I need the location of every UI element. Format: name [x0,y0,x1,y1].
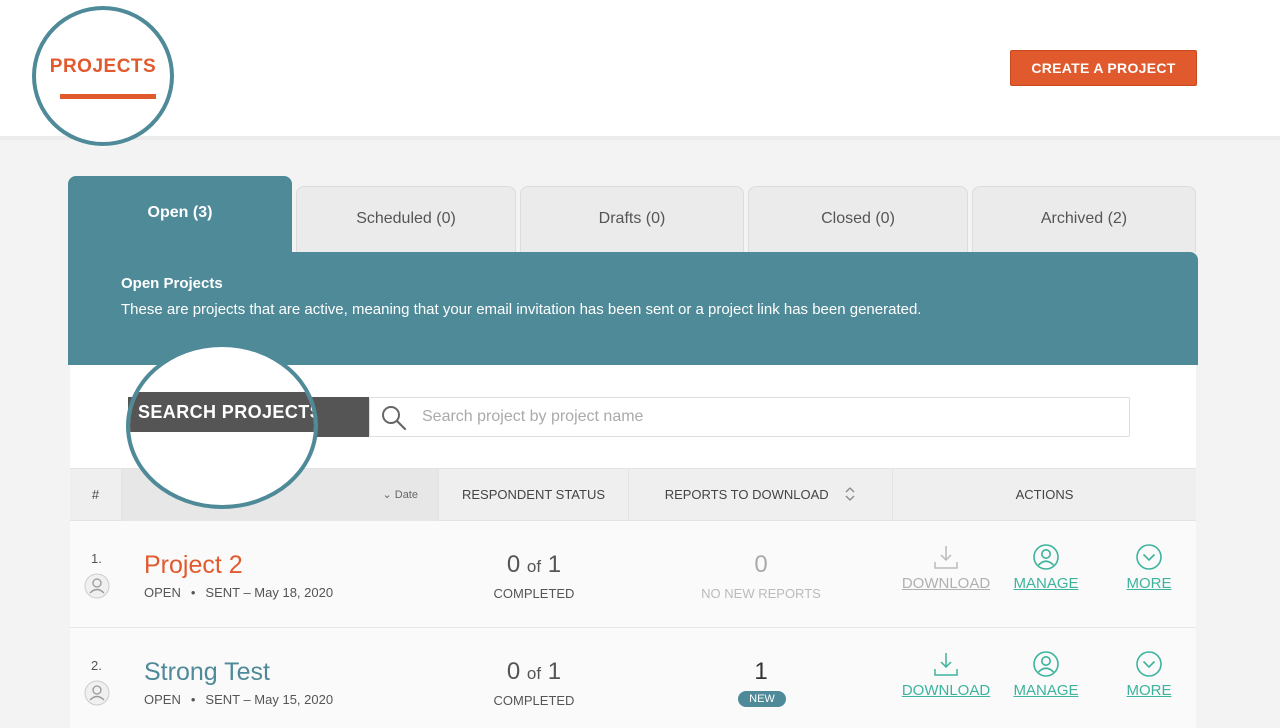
project-name-link[interactable]: Strong Test [144,658,270,687]
row-index: 2. [91,658,102,673]
column-header-number: # [70,469,122,521]
meta-separator: • [190,692,196,707]
respondents-total: 1 [547,658,562,685]
download-button[interactable]: DOWNLOAD [896,543,996,592]
respondents-done: 0 [506,551,521,578]
search-input[interactable] [422,402,1112,432]
search-label-highlight: SEARCH PROJECTS Proj [126,343,318,509]
info-description: These are projects that are active, mean… [121,301,922,318]
manage-label: MANAGE [1013,682,1079,699]
column-header-respondent-status: RESPONDENT STATUS [439,469,629,521]
tab-open[interactable]: Open (3) [68,176,292,252]
download-button[interactable]: DOWNLOAD [896,650,996,699]
respondents-total: 1 [547,551,562,578]
chevron-down-circle-icon [1136,651,1162,677]
respondent-count: 0 of 1 [439,658,629,686]
project-sent-date: SENT – May 15, 2020 [205,692,334,707]
more-label: MORE [1126,575,1172,592]
more-button[interactable]: MORE [1099,543,1199,592]
column-header-project-label: Proj [146,491,168,505]
user-icon [84,573,110,599]
new-badge: NEW [738,691,786,707]
date-sort-label: Date [394,489,418,501]
date-sort-control[interactable]: ⌄ Date [382,469,418,521]
respondents-done: 0 [506,658,521,685]
search-label: SEARCH PROJECTS [130,392,314,432]
more-button[interactable]: MORE [1099,650,1199,699]
download-icon [934,653,958,676]
reports-count: 0 [754,551,768,578]
project-sent-date: SENT – May 18, 2020 [205,585,334,600]
reports-label: NO NEW REPORTS [701,586,821,601]
row-index: 1. [91,551,102,566]
manage-button[interactable]: MANAGE [996,543,1096,592]
search-icon [382,406,407,431]
tab-closed[interactable]: Closed (0) [748,186,968,252]
tab-drafts[interactable]: Drafts (0) [520,186,744,252]
project-state: OPEN [144,585,181,600]
project-meta: OPEN • SENT – May 15, 2020 [144,692,333,707]
table-row: 1. Project 2 OPEN • SENT – May 18, 2020 0 … [70,521,1196,628]
page-title: PROJECTS [49,56,157,77]
download-icon [934,546,958,569]
column-header-actions: ACTIONS [1015,487,1074,502]
manage-button[interactable]: MANAGE [996,650,1096,699]
sort-icon[interactable] [844,486,856,502]
download-label: DOWNLOAD [901,575,991,592]
more-label: MORE [1126,682,1172,699]
page-title-highlight: PROJECTS [32,6,174,146]
column-header-reports[interactable]: REPORTS TO DOWNLOAD [629,469,893,521]
create-project-button[interactable]: CREATE A PROJECT [1010,50,1197,86]
search-box [369,397,1130,437]
table-row: 2. Strong Test OPEN • SENT – May 15, 2020 … [70,628,1196,728]
respondents-of: of [526,557,542,576]
manage-label: MANAGE [1013,575,1079,592]
respondent-count: 0 of 1 [439,551,629,579]
tab-scheduled[interactable]: Scheduled (0) [296,186,516,252]
title-underline [60,94,156,99]
chevron-down-icon: ⌄ [382,489,392,501]
respondent-status-label: COMPLETED [493,586,575,601]
project-name-link[interactable]: Project 2 [144,551,243,580]
tab-archived[interactable]: Archived (2) [972,186,1196,252]
user-circle-icon [1033,544,1059,570]
chevron-down-circle-icon [1136,544,1162,570]
project-state: OPEN [144,692,181,707]
page-header: CREATE A PROJECT [0,0,1280,140]
project-tabs: Open (3) Scheduled (0) Drafts (0) Closed… [68,176,1196,252]
info-title: Open Projects [121,275,223,292]
reports-header-label: REPORTS TO DOWNLOAD [664,487,829,502]
reports-count: 1 [754,658,768,685]
respondent-status-label: COMPLETED [493,693,575,708]
project-meta: OPEN • SENT – May 18, 2020 [144,585,333,600]
user-icon [84,680,110,706]
user-circle-icon [1033,651,1059,677]
download-label: DOWNLOAD [901,682,991,699]
meta-separator: • [190,585,196,600]
respondents-of: of [526,664,542,683]
